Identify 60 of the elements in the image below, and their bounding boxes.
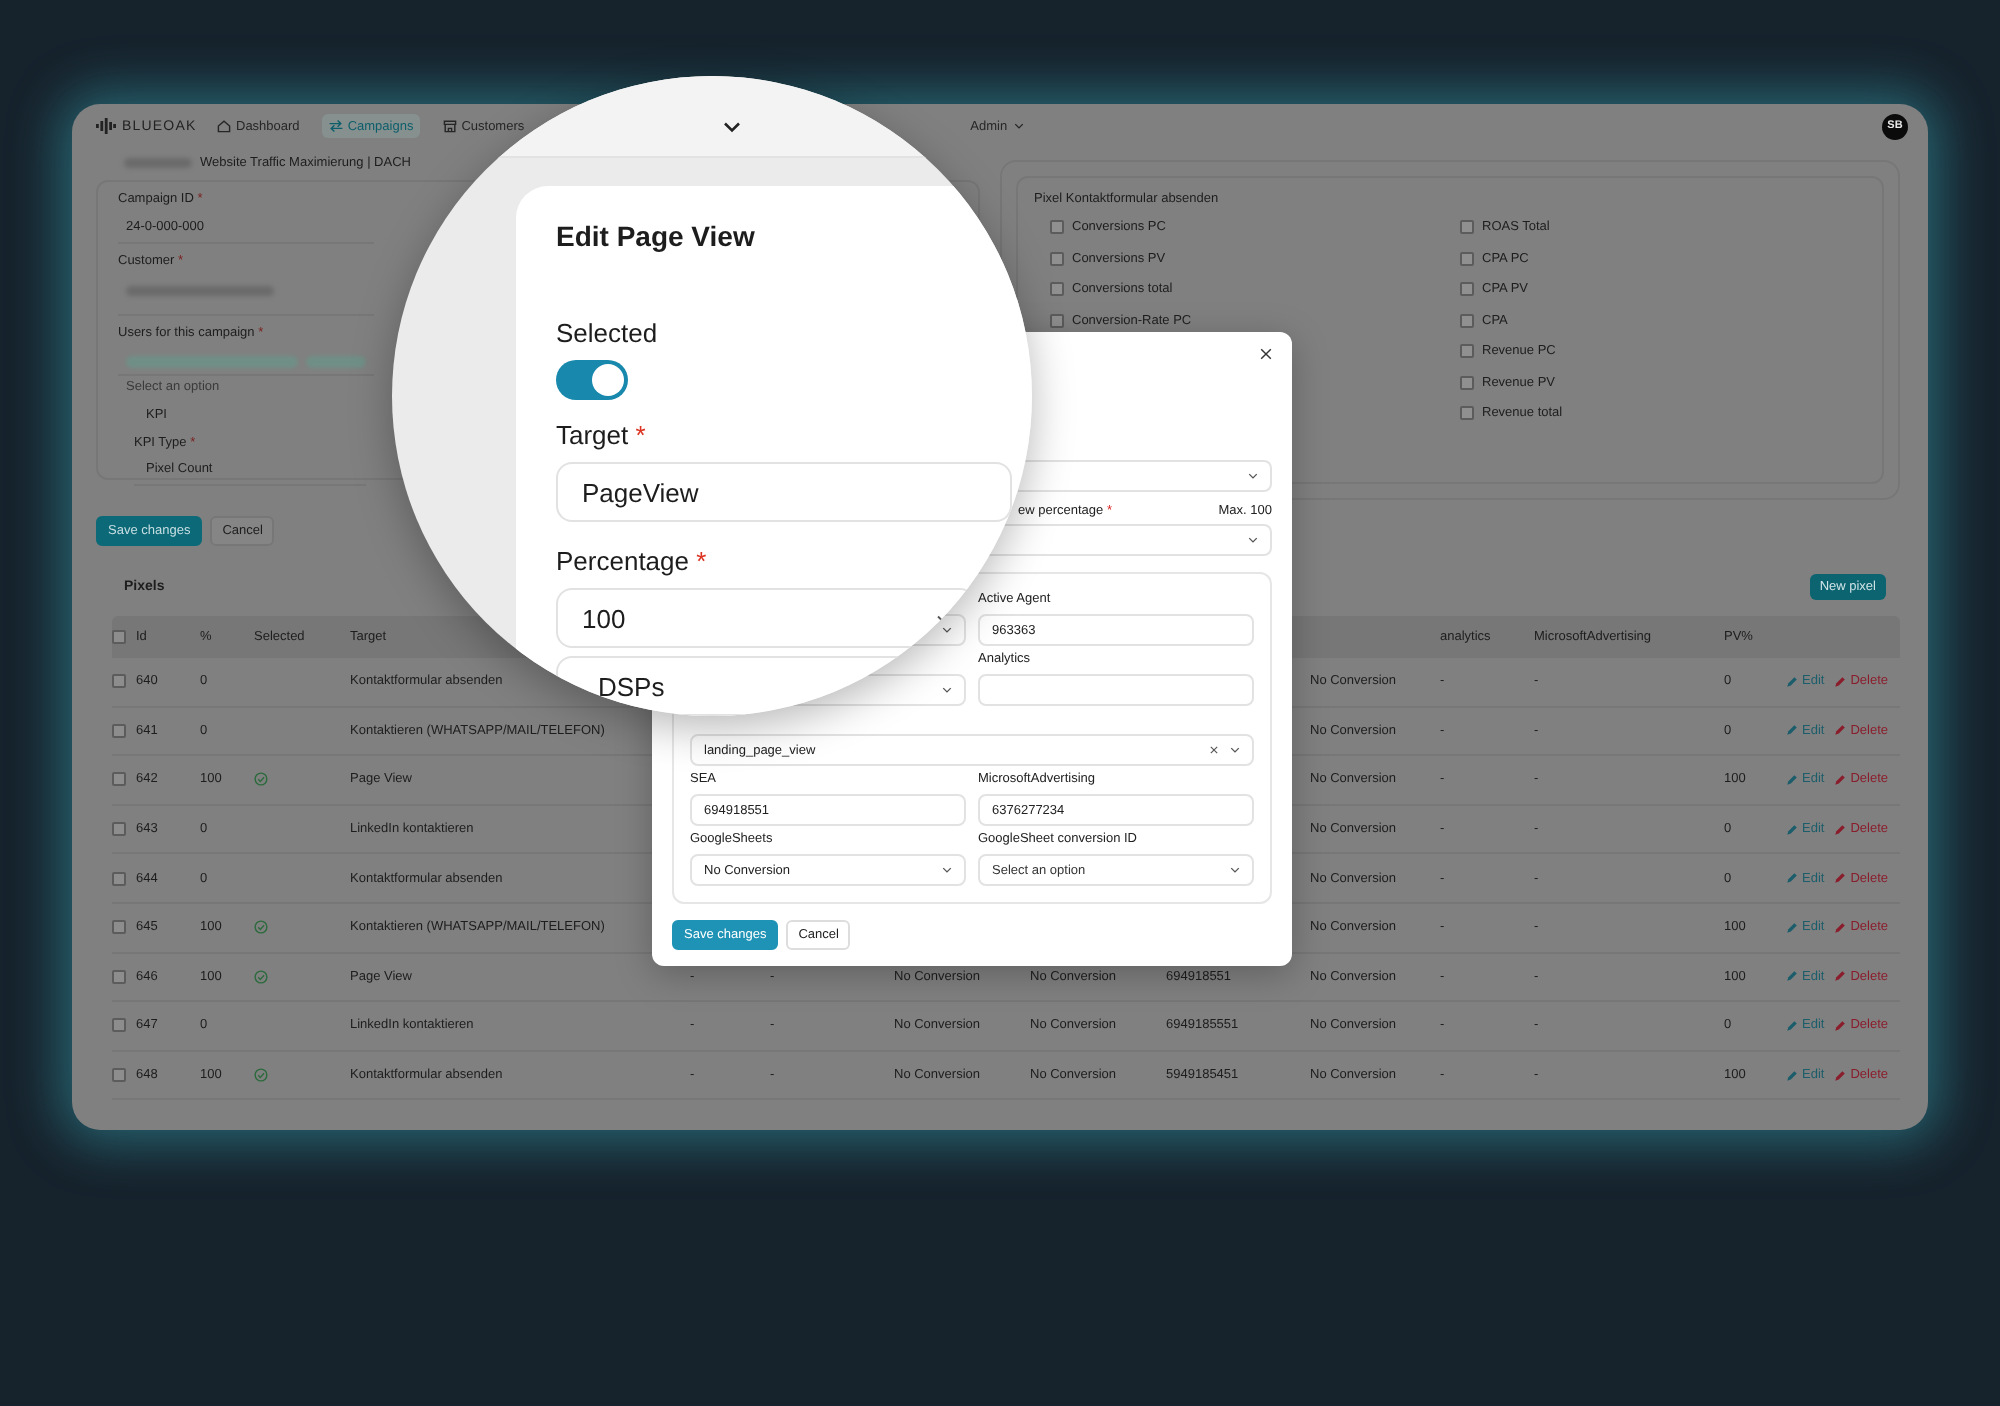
- pencil-icon: [1786, 1019, 1798, 1032]
- checkbox[interactable]: [1460, 344, 1474, 359]
- pencil-icon: [1834, 773, 1847, 786]
- chevron-down-icon: [1230, 746, 1240, 754]
- pencil-icon: [1834, 675, 1847, 688]
- row-checkbox[interactable]: [112, 969, 126, 984]
- checkbox[interactable]: [1460, 251, 1474, 266]
- row-checkbox[interactable]: [112, 1018, 126, 1033]
- checkbox[interactable]: [1460, 282, 1474, 297]
- chevron-down-icon: [1248, 536, 1258, 544]
- row-checkbox[interactable]: [112, 920, 126, 935]
- row-checkbox[interactable]: [112, 674, 126, 689]
- toggle-switch[interactable]: [556, 360, 628, 400]
- pencil-icon: [1834, 921, 1847, 934]
- row-checkbox[interactable]: [112, 822, 126, 837]
- chevron-down-icon: [942, 866, 952, 874]
- chevron-down-icon: [942, 686, 952, 694]
- checkbox[interactable]: [1460, 220, 1474, 235]
- row-checkbox[interactable]: [112, 871, 126, 886]
- field-label: Selected: [556, 318, 660, 350]
- pencil-icon: [1786, 1069, 1798, 1082]
- swap-icon: [327, 118, 344, 134]
- field-label: Percentage *: [556, 546, 709, 578]
- row-checkbox[interactable]: [112, 723, 126, 738]
- checkbox[interactable]: [1460, 406, 1474, 421]
- logo-icon: [96, 118, 116, 134]
- chevron-down-icon: [722, 120, 742, 134]
- caret-icon: [1013, 122, 1024, 130]
- checkbox[interactable]: [112, 630, 126, 644]
- pencil-icon: [1786, 773, 1798, 786]
- checkbox[interactable]: [1460, 313, 1474, 328]
- pencil-icon: [1786, 724, 1798, 737]
- chevron-down-icon: [1230, 866, 1240, 874]
- row-checkbox[interactable]: [112, 772, 126, 787]
- pencil-icon: [1834, 1019, 1847, 1032]
- row-checkbox[interactable]: [112, 1068, 126, 1083]
- close-icon[interactable]: [1260, 348, 1272, 360]
- checkbox[interactable]: [1050, 251, 1064, 266]
- input-field[interactable]: PageView: [556, 462, 1012, 522]
- pencil-icon: [1786, 872, 1798, 885]
- checkbox[interactable]: [1050, 282, 1064, 297]
- pencil-icon: [1786, 675, 1798, 688]
- input-field[interactable]: [978, 674, 1254, 706]
- chevron-down-icon: [1248, 472, 1258, 480]
- pencil-icon: [1786, 921, 1798, 934]
- pencil-icon: [1834, 823, 1847, 836]
- pencil-icon: [1834, 970, 1847, 983]
- field-label: Target *: [556, 420, 648, 452]
- dialog-title: Edit Page View: [556, 218, 757, 254]
- store-icon: [441, 118, 458, 134]
- pencil-icon: [1834, 1069, 1847, 1082]
- checkbox[interactable]: [1460, 375, 1474, 390]
- pencil-icon: [1786, 823, 1798, 836]
- pencil-icon: [1834, 724, 1847, 737]
- pencil-icon: [1786, 970, 1798, 983]
- checkbox[interactable]: [1050, 313, 1064, 328]
- pencil-icon: [1834, 872, 1847, 885]
- home-icon: [216, 118, 232, 134]
- checkbox[interactable]: [1050, 220, 1064, 235]
- clear-icon[interactable]: [1210, 746, 1218, 754]
